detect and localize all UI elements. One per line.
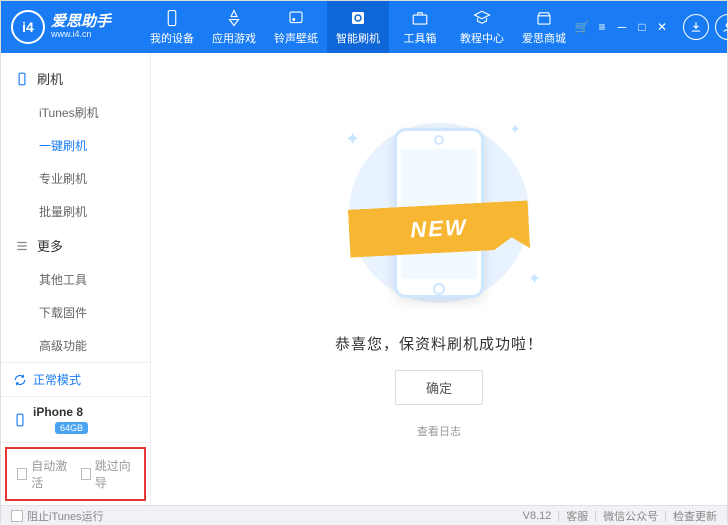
sidebar-item-batch[interactable]: 批量刷机 bbox=[1, 195, 150, 228]
user-icon[interactable] bbox=[715, 14, 728, 40]
menu-icon[interactable]: ≡ bbox=[595, 20, 609, 34]
nav-label: 应用游戏 bbox=[212, 30, 256, 46]
nav-mall[interactable]: 爱思商城 bbox=[513, 1, 575, 53]
main-content: ✦ ✦ ✦ NEW 恭喜您，保资料刷机成功啦！ 确定 查看日志 bbox=[151, 53, 727, 505]
sidebar-group-more: 更多 bbox=[1, 228, 150, 263]
star-icon: ✦ bbox=[345, 129, 360, 150]
title-bar: i4 爱思助手 www.i4.cn 我的设备 应用游戏 铃声壁纸 智能刷机 工具… bbox=[1, 1, 727, 53]
sidebar: 刷机 iTunes刷机 一键刷机 专业刷机 批量刷机 更多 其他工具 下载固件 … bbox=[1, 53, 151, 505]
app-name: 爱思助手 bbox=[51, 14, 111, 31]
group-title: 刷机 bbox=[37, 69, 63, 88]
sidebar-item-pro[interactable]: 专业刷机 bbox=[1, 162, 150, 195]
sidebar-item-onekey[interactable]: 一键刷机 bbox=[1, 129, 150, 162]
mode-label: 正常模式 bbox=[33, 371, 81, 388]
nav-label: 工具箱 bbox=[404, 30, 437, 46]
nav-apps[interactable]: 应用游戏 bbox=[203, 1, 265, 53]
block-itunes-checkbox[interactable]: 阻止iTunes运行 bbox=[11, 508, 104, 524]
phone-icon bbox=[13, 413, 27, 427]
status-bar: 阻止iTunes运行 V8.12 | 客服 | 微信公众号 | 检查更新 bbox=[1, 505, 727, 525]
nav-flash[interactable]: 智能刷机 bbox=[327, 1, 389, 53]
options-row: 自动激活 跳过向导 bbox=[5, 447, 146, 501]
success-illustration: ✦ ✦ ✦ NEW bbox=[319, 113, 559, 313]
logo-icon: i4 bbox=[11, 10, 45, 44]
cart-icon[interactable]: 🛒 bbox=[575, 20, 589, 34]
phone-icon bbox=[15, 72, 29, 86]
nav-ringtone[interactable]: 铃声壁纸 bbox=[265, 1, 327, 53]
app-logo: i4 爱思助手 www.i4.cn bbox=[11, 10, 141, 44]
tutorial-icon bbox=[473, 8, 491, 28]
device-icon bbox=[163, 8, 181, 28]
support-link[interactable]: 客服 bbox=[566, 508, 588, 524]
auto-activate-checkbox[interactable]: 自动激活 bbox=[17, 457, 71, 491]
minimize-button[interactable]: ─ bbox=[615, 20, 629, 34]
nav-tools[interactable]: 工具箱 bbox=[389, 1, 451, 53]
nav-tutorial[interactable]: 教程中心 bbox=[451, 1, 513, 53]
download-icon[interactable] bbox=[683, 14, 709, 40]
ringtone-icon bbox=[287, 8, 305, 28]
wechat-link[interactable]: 微信公众号 bbox=[603, 508, 658, 524]
star-icon: ✦ bbox=[528, 269, 541, 289]
nav-label: 智能刷机 bbox=[336, 30, 380, 46]
toolbox-icon bbox=[411, 8, 429, 28]
group-title: 更多 bbox=[37, 236, 63, 255]
nav-label: 我的设备 bbox=[150, 30, 194, 46]
storage-badge: 64GB bbox=[55, 422, 88, 434]
device-info[interactable]: iPhone 8 64GB bbox=[1, 397, 150, 443]
mall-icon bbox=[535, 8, 553, 28]
sidebar-item-other[interactable]: 其他工具 bbox=[1, 263, 150, 296]
view-log-link[interactable]: 查看日志 bbox=[417, 423, 461, 439]
sidebar-item-firmware[interactable]: 下载固件 bbox=[1, 296, 150, 329]
refresh-icon bbox=[13, 373, 27, 387]
nav-label: 铃声壁纸 bbox=[274, 30, 318, 46]
more-icon bbox=[15, 239, 29, 253]
window-controls: 🛒 ≡ ─ □ ✕ bbox=[575, 20, 669, 34]
flash-icon bbox=[349, 8, 367, 28]
device-name: iPhone 8 bbox=[33, 405, 88, 419]
sidebar-item-itunes[interactable]: iTunes刷机 bbox=[1, 96, 150, 129]
maximize-button[interactable]: □ bbox=[635, 20, 649, 34]
star-icon: ✦ bbox=[509, 121, 521, 138]
close-button[interactable]: ✕ bbox=[655, 20, 669, 34]
skip-guide-checkbox[interactable]: 跳过向导 bbox=[81, 457, 135, 491]
device-mode[interactable]: 正常模式 bbox=[1, 363, 150, 397]
apps-icon bbox=[225, 8, 243, 28]
ok-button[interactable]: 确定 bbox=[395, 370, 483, 405]
success-message: 恭喜您，保资料刷机成功啦！ bbox=[335, 333, 543, 354]
sidebar-group-flash: 刷机 bbox=[1, 61, 150, 96]
sidebar-item-advanced[interactable]: 高级功能 bbox=[1, 329, 150, 362]
nav-label: 爱思商城 bbox=[522, 30, 566, 46]
app-url: www.i4.cn bbox=[51, 30, 111, 40]
version-label: V8.12 bbox=[523, 510, 552, 522]
nav-device[interactable]: 我的设备 bbox=[141, 1, 203, 53]
nav-label: 教程中心 bbox=[460, 30, 504, 46]
top-nav: 我的设备 应用游戏 铃声壁纸 智能刷机 工具箱 教程中心 爱思商城 bbox=[141, 1, 575, 53]
update-link[interactable]: 检查更新 bbox=[673, 508, 717, 524]
